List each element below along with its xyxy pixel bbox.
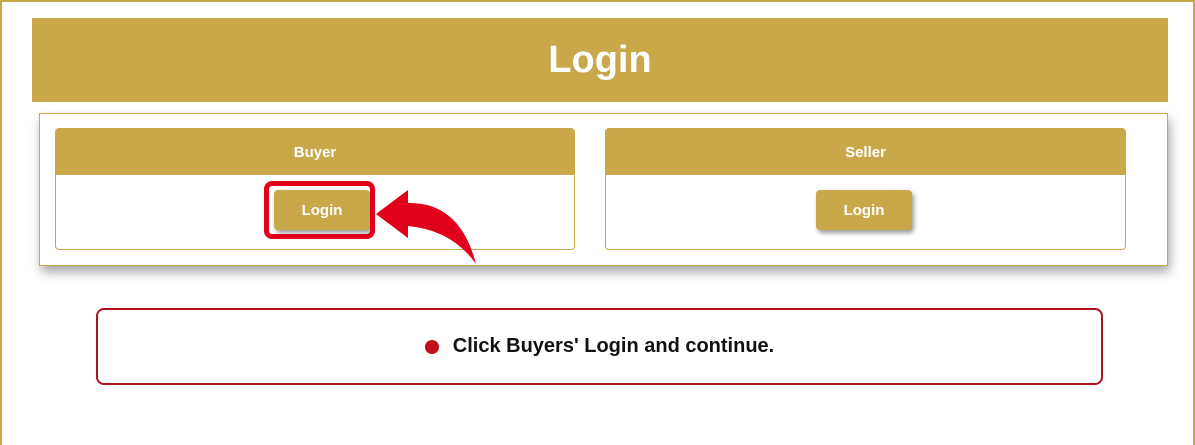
login-options-panel: Buyer Login Seller Login [39, 113, 1168, 266]
seller-card-header: Seller [606, 129, 1125, 175]
curved-arrow-icon [376, 190, 476, 264]
seller-login-button[interactable]: Login [816, 190, 912, 230]
instruction-box: Click Buyers' Login and continue. [96, 308, 1103, 385]
buyer-login-highlight [264, 181, 375, 239]
seller-card: Seller Login [605, 128, 1126, 250]
buyer-card-header: Buyer [56, 129, 574, 175]
instruction-text: Click Buyers' Login and continue. [452, 335, 775, 357]
page-title: Login [32, 18, 1168, 102]
bullet-dot-icon [424, 339, 439, 354]
